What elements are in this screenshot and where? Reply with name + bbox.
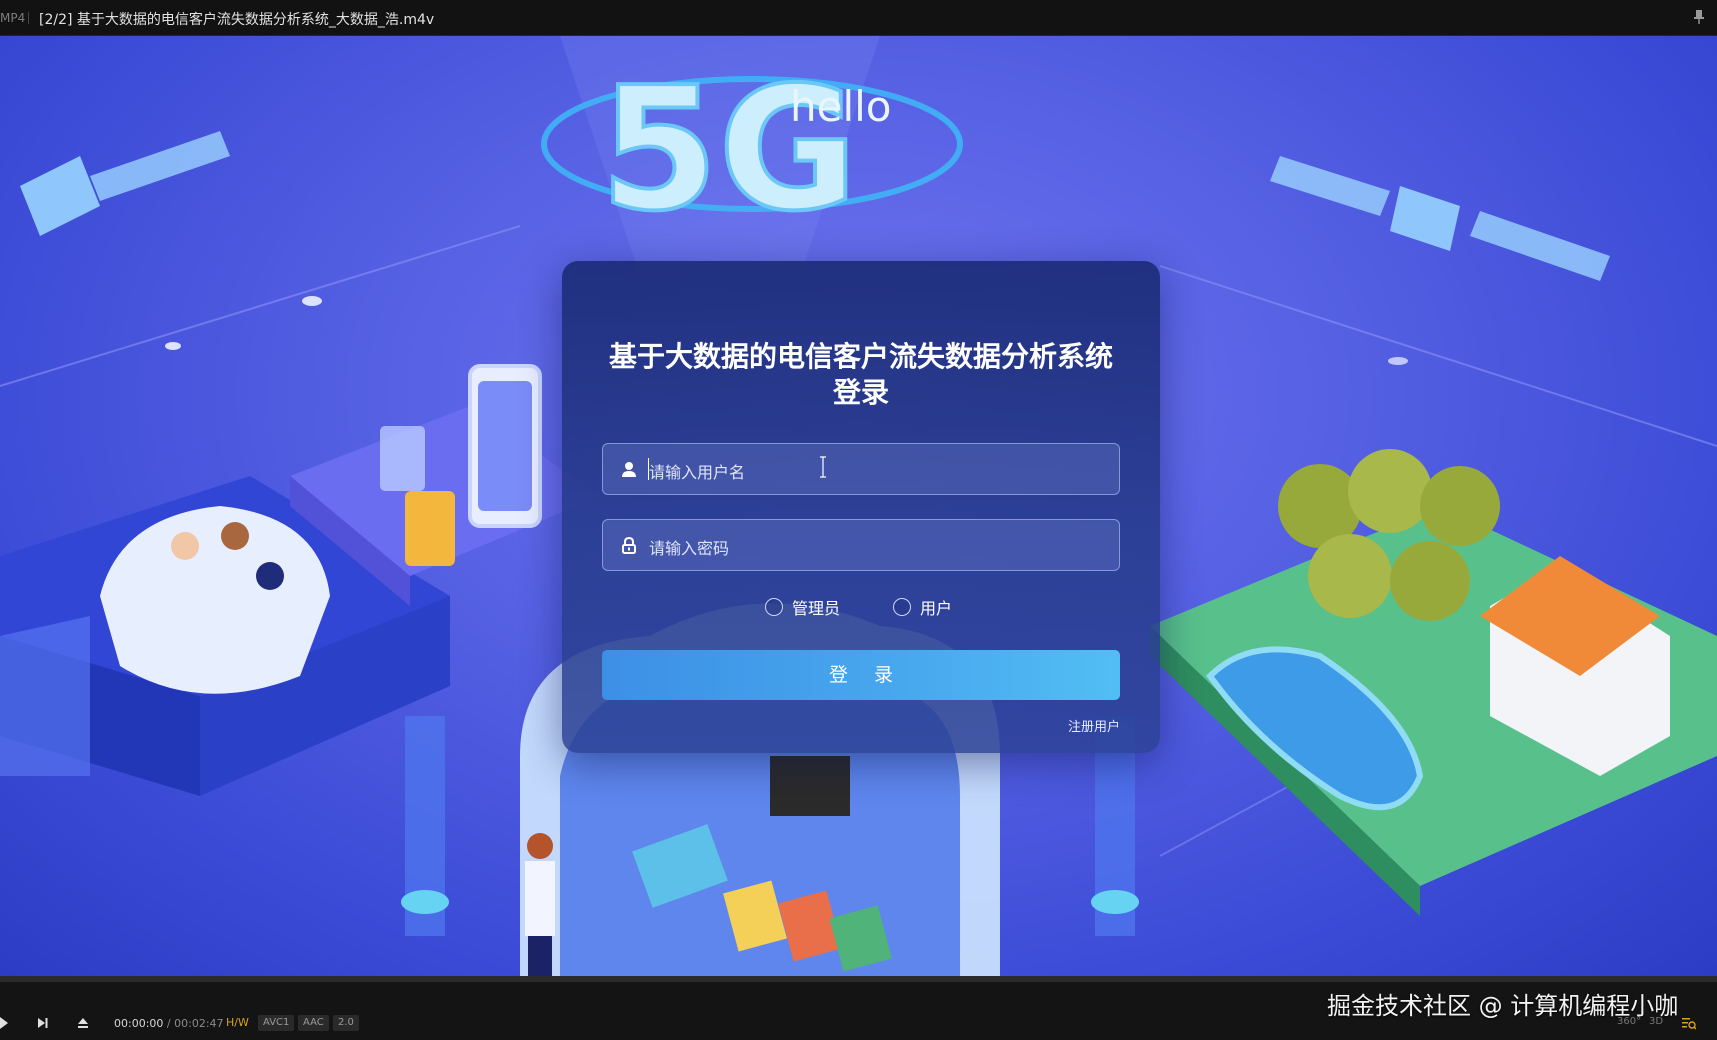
role-admin-radio[interactable]: 管理员 [765,595,840,619]
role-admin-label: 管理员 [792,599,841,618]
svg-text:5G: 5G [600,51,858,249]
player-control-bar: 00:00:00 / 00:02:47 H/W AVC1 AAC 2.0 掘金技… [0,976,1717,1040]
next-track-icon[interactable] [36,1016,50,1030]
title-separator [28,12,29,24]
role-selector: 管理员 用户 [562,593,1160,619]
play-icon[interactable] [0,1016,14,1030]
login-card: 基于大数据的电信客户流失数据分析系统 登录 请输入用户名 请输入密码 管理员 用… [562,261,1160,753]
current-time: 00:00:00 [114,1017,164,1030]
text-cursor-icon [820,456,826,478]
audio-codec-badge: AAC [298,1015,329,1031]
password-input[interactable]: 请输入密码 [602,519,1120,571]
seek-bar[interactable] [0,976,1717,982]
format-label: MP4 [0,11,26,25]
hardware-decode-badge[interactable]: H/W [226,1015,249,1031]
3d-button[interactable]: 3D [1649,1016,1663,1027]
register-link[interactable]: 注册用户 [1068,716,1120,735]
total-time: 00:02:47 [174,1017,224,1030]
satellite-left [20,131,230,236]
playlist-search-icon[interactable] [1682,1016,1696,1030]
time-separator: / [166,1017,171,1030]
vr-360-button[interactable]: 360° [1617,1016,1641,1027]
svg-text:hello: hello [790,82,892,131]
time-display: 00:00:00 / 00:02:47 [114,1017,224,1030]
5g-hello-logo: 5G hello [541,49,963,251]
video-codec-badge: AVC1 [258,1015,295,1031]
video-file-title: [2/2] 基于大数据的电信客户流失数据分析系统_大数据_浩.m4v [39,12,435,28]
lock-icon [622,537,636,554]
login-button[interactable]: 登 录 [602,650,1120,700]
radio-circle-icon [893,598,911,616]
radio-circle-icon [765,598,783,616]
role-user-label: 用户 [920,599,953,618]
video-viewport[interactable]: 5G hello 基于大数据的电信客户流失数据分析系统 登录 请输入用户名 请输… [0,36,1717,976]
login-title: 基于大数据的电信客户流失数据分析系统 [608,340,1113,373]
right-platform-park [1150,449,1717,916]
player-title-bar: MP4 [2/2] 基于大数据的电信客户流失数据分析系统_大数据_浩.m4v [0,0,1717,36]
username-input[interactable]: 请输入用户名 [602,443,1120,495]
user-icon [622,462,636,477]
login-subtitle: 登录 [832,376,889,409]
eject-icon[interactable] [76,1016,90,1030]
audio-channel-badge: 2.0 [333,1015,359,1031]
pin-icon[interactable] [1692,9,1706,25]
satellite-right [1270,156,1610,281]
password-placeholder: 请输入密码 [649,539,730,558]
role-user-radio[interactable]: 用户 [893,595,952,619]
username-placeholder: 请输入用户名 [649,463,746,482]
